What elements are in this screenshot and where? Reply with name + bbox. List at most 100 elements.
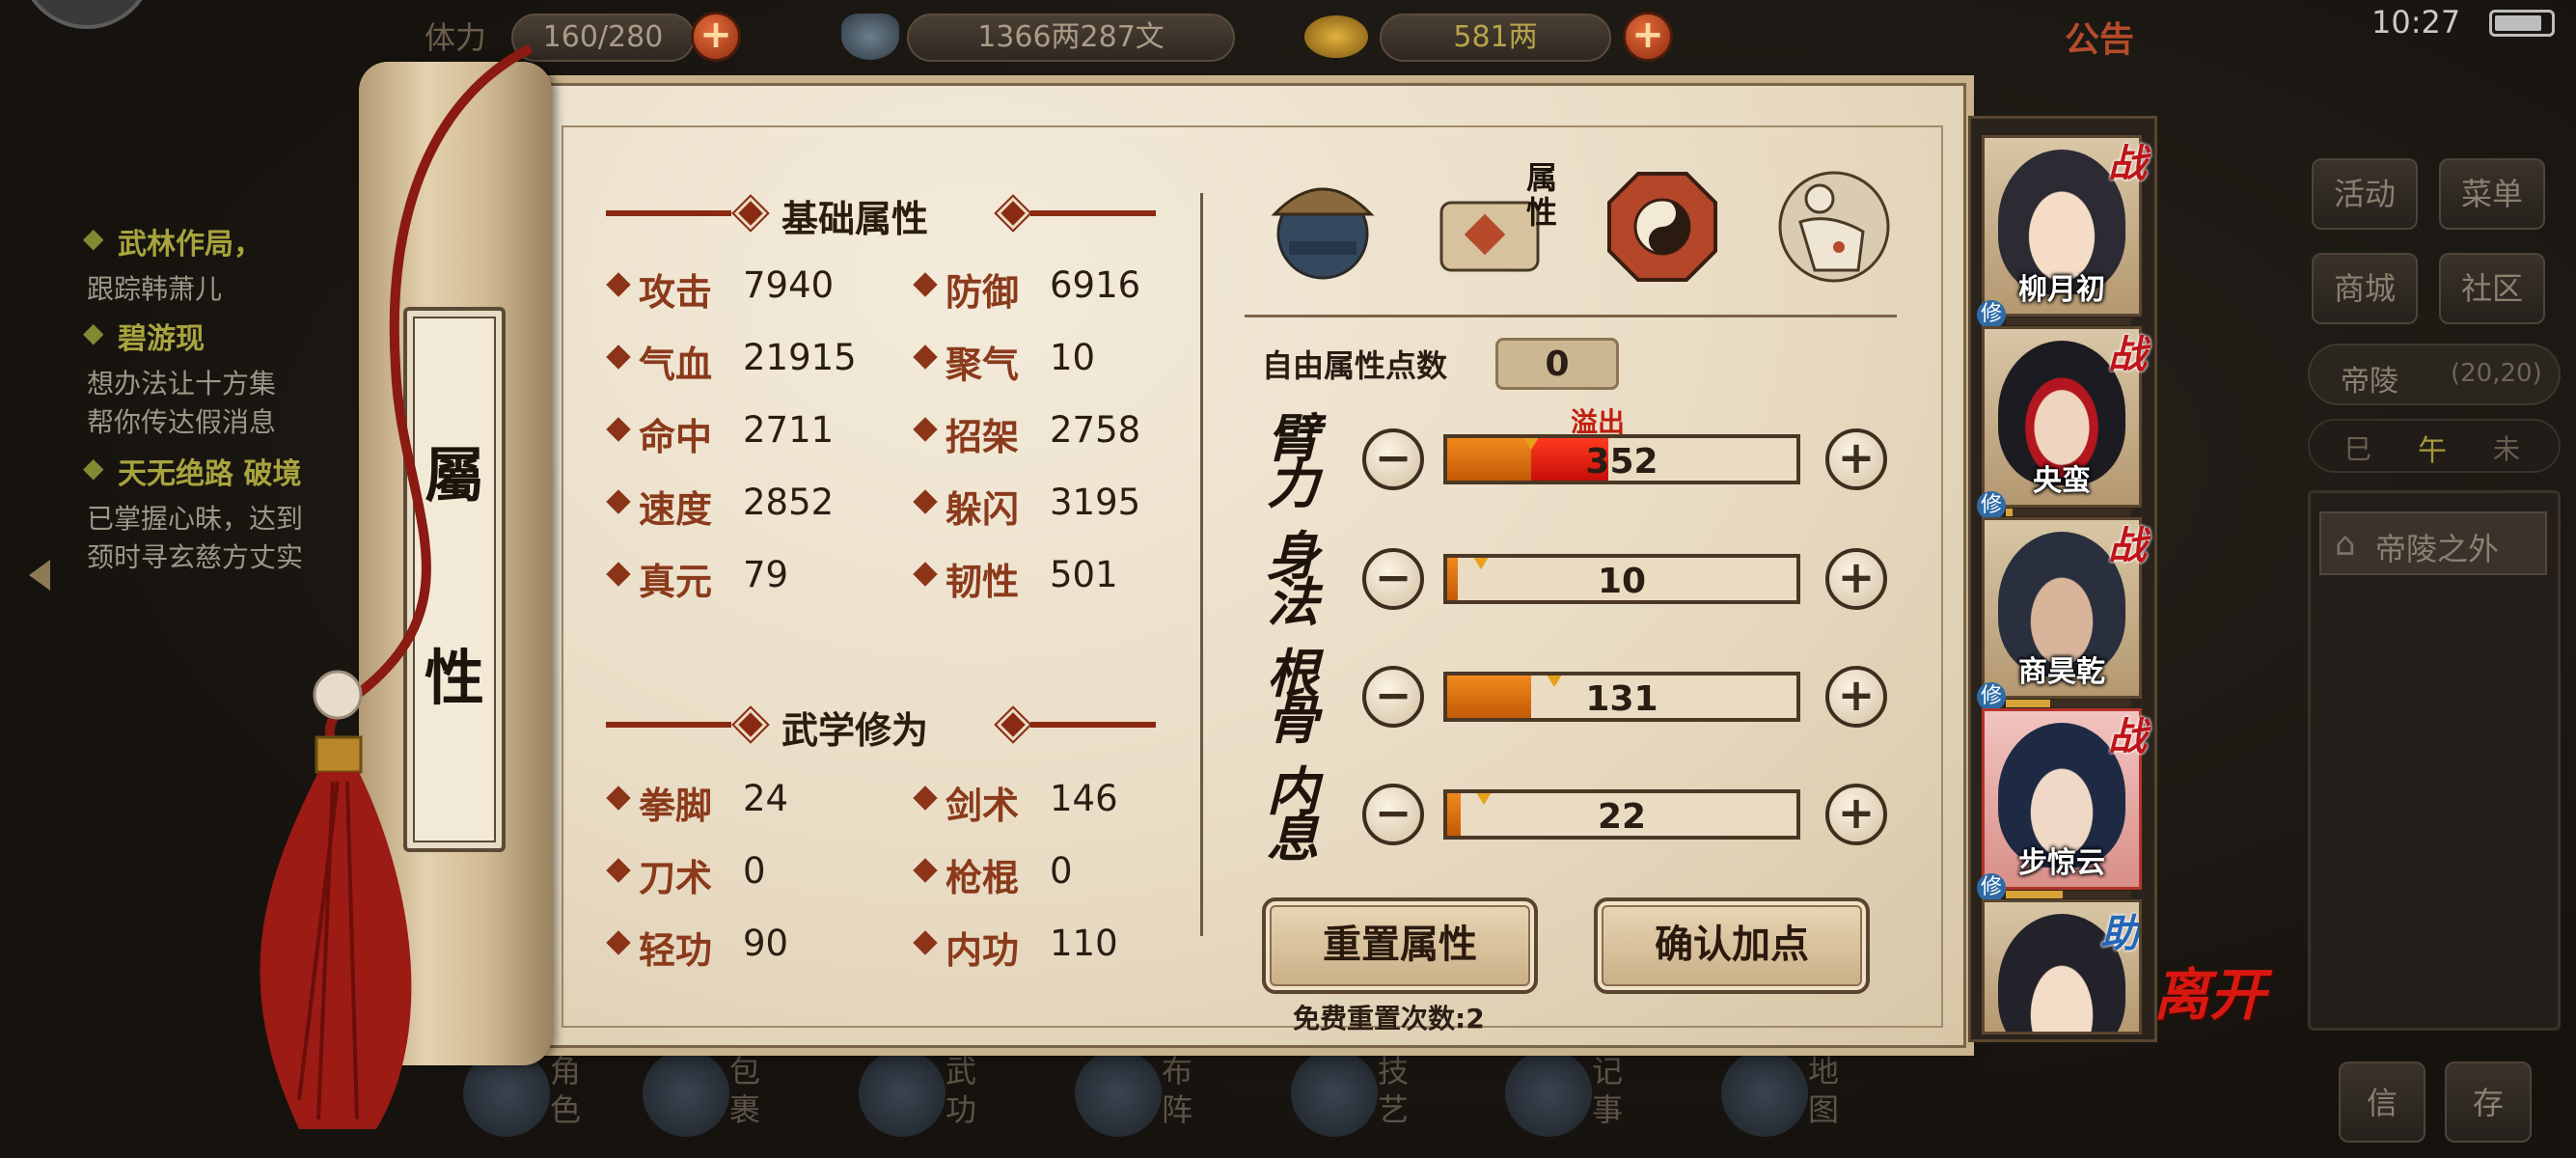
- skill-row: 轻功 90: [606, 921, 895, 972]
- strength-bar: 352: [1443, 434, 1800, 484]
- time-cycle-next: 未: [2493, 433, 2521, 465]
- tab-bagua[interactable]: [1600, 164, 1725, 290]
- skill-label: 刀术: [639, 857, 713, 899]
- stat-row: 真元 79: [606, 552, 895, 603]
- strength-value: 352: [1585, 442, 1658, 482]
- quest-title-2[interactable]: 碧游现: [118, 315, 205, 357]
- stat-row: 聚气 10: [913, 335, 1202, 386]
- skill-label: 枪棍: [945, 857, 1020, 899]
- community-button[interactable]: 社区: [2439, 253, 2545, 324]
- inner-breath-plus-button[interactable]: +: [1825, 784, 1887, 845]
- nav-map[interactable]: 地图: [1712, 1042, 1856, 1148]
- free-points-label: 自由属性点数: [1262, 347, 1448, 384]
- skills-icon: [1291, 1050, 1378, 1137]
- stat-value: 2711: [743, 409, 835, 451]
- battle-badge: 战: [2108, 715, 2147, 759]
- stat-row: 命中 2711: [606, 407, 895, 458]
- stat-value: 2852: [743, 482, 835, 523]
- save-button[interactable]: 存: [2445, 1062, 2532, 1143]
- tab-attributes[interactable]: 属性: [1432, 160, 1557, 290]
- stat-label: 命中: [639, 416, 713, 458]
- body-meridian-icon: [1778, 171, 1890, 283]
- skill-row: 剑术 146: [913, 776, 1202, 827]
- agility-plus-button[interactable]: +: [1825, 548, 1887, 610]
- party-member-card[interactable]: 战 商昊乾 修: [1977, 517, 2147, 711]
- stat-row: 防御 6916: [913, 262, 1202, 314]
- stat-row: 攻击 7940: [606, 262, 895, 314]
- announcement-button[interactable]: 公告: [2065, 12, 2134, 62]
- confirm-points-button[interactable]: 确认加点: [1594, 897, 1870, 994]
- free-points-box: 0: [1495, 338, 1619, 390]
- shop-button[interactable]: 商城: [2312, 253, 2418, 324]
- straw-hat-icon: [1271, 187, 1375, 280]
- nav-journal[interactable]: 记事: [1495, 1042, 1640, 1148]
- gold-counter: 581两: [1380, 14, 1611, 62]
- attr-label-constitution: 根骨: [1267, 643, 1319, 751]
- skill-value: 0: [1050, 850, 1073, 892]
- strength-minus-button[interactable]: −: [1362, 428, 1424, 490]
- stat-label: 韧性: [945, 561, 1020, 603]
- stat-row: 躲闪 3195: [913, 480, 1202, 531]
- party-member-card[interactable]: 战 步惊云 修: [1977, 708, 2147, 902]
- assist-badge: 助: [2100, 912, 2139, 956]
- nav-martial[interactable]: 武功: [849, 1042, 994, 1148]
- stat-label: 攻击: [639, 271, 713, 314]
- nav-formation-label: 布阵: [1162, 1053, 1193, 1128]
- reset-attributes-button[interactable]: 重置属性: [1262, 897, 1538, 994]
- mail-button[interactable]: 信: [2339, 1062, 2425, 1143]
- inner-breath-bar: 22: [1443, 789, 1800, 840]
- skill-value: 24: [743, 778, 789, 819]
- bagua-octagon-icon: [1607, 172, 1717, 282]
- location-bar: 帝陵 (20,20): [2308, 344, 2561, 405]
- stat-value: 501: [1050, 554, 1118, 595]
- stat-row: 韧性 501: [913, 552, 1202, 603]
- party-xp-fill: [2006, 891, 2063, 898]
- map-icon: [1721, 1050, 1808, 1137]
- constitution-plus-button[interactable]: +: [1825, 666, 1887, 728]
- stat-label: 聚气: [945, 344, 1020, 386]
- inner-breath-minus-button[interactable]: −: [1362, 784, 1424, 845]
- bag-icon: [643, 1050, 729, 1137]
- nav-formation[interactable]: 布阵: [1065, 1042, 1210, 1148]
- nav-bag-label: 包裹: [729, 1053, 761, 1128]
- martial-arts-title: 武学修为: [781, 709, 929, 752]
- activity-button[interactable]: 活动: [2312, 158, 2418, 230]
- skill-label: 轻功: [639, 929, 713, 972]
- stat-value: 6916: [1050, 264, 1141, 306]
- stat-value: 21915: [743, 337, 857, 378]
- menu-button[interactable]: 菜单: [2439, 158, 2545, 230]
- leave-button[interactable]: 离开: [2153, 967, 2269, 1085]
- location-name: 帝陵: [2341, 365, 2398, 399]
- skill-row: 内功 110: [913, 921, 1202, 972]
- tab-attributes-label: 属性: [1526, 159, 1558, 231]
- party-member-card[interactable]: 战 央蛮 修: [1977, 326, 2147, 520]
- battle-badge: 战: [2108, 333, 2147, 377]
- constitution-minus-button[interactable]: −: [1362, 666, 1424, 728]
- stamina-plus-button[interactable]: +: [691, 12, 741, 62]
- tab-meridians[interactable]: [1771, 164, 1897, 290]
- stat-label: 气血: [639, 344, 713, 386]
- clock: 10:27: [2371, 4, 2461, 41]
- battle-badge: 战: [2108, 524, 2147, 568]
- stat-value: 7940: [743, 264, 835, 306]
- nav-bag[interactable]: 包裹: [633, 1042, 778, 1148]
- stat-label: 真元: [639, 561, 713, 603]
- constitution-bar: 131: [1443, 672, 1800, 722]
- stat-value: 79: [743, 554, 789, 595]
- party-member-name: 柳月初: [2018, 273, 2105, 307]
- party-member-card[interactable]: 战 柳月初 修: [1977, 135, 2147, 329]
- nav-skills[interactable]: 技艺: [1281, 1042, 1426, 1148]
- tab-character[interactable]: [1260, 164, 1385, 290]
- nav-map-label: 地图: [1808, 1053, 1840, 1128]
- agility-minus-button[interactable]: −: [1362, 548, 1424, 610]
- collapse-quest-arrow-icon[interactable]: [29, 560, 50, 591]
- gold-plus-button[interactable]: +: [1623, 12, 1673, 62]
- tassel-icon: [260, 43, 534, 1129]
- map-entry-button[interactable]: ⌂ 帝陵之外: [2319, 511, 2547, 575]
- free-points-value: 0: [1545, 345, 1570, 384]
- nav-journal-label: 记事: [1592, 1053, 1624, 1128]
- party-member-card[interactable]: 助: [1982, 899, 2142, 1034]
- cultivation-icon: 修: [1977, 491, 2006, 520]
- journal-icon: [1505, 1050, 1592, 1137]
- strength-plus-button[interactable]: +: [1825, 428, 1887, 490]
